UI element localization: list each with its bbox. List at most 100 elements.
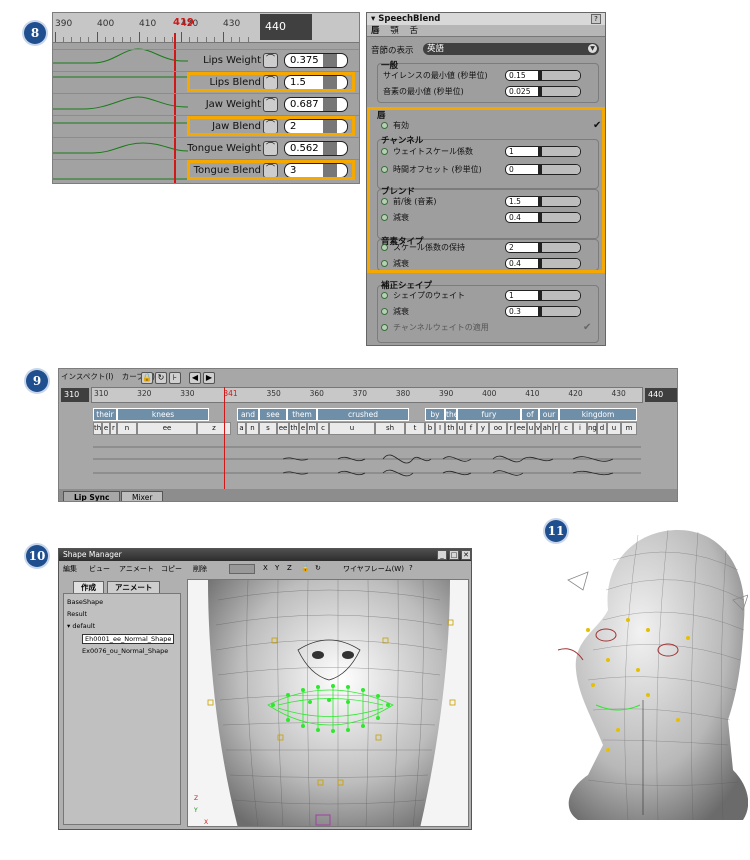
next-icon[interactable]: ▶ — [203, 372, 215, 384]
curve-row-lips-weight[interactable]: Lips Weight ⌒ 0.375 — [53, 49, 359, 71]
phoneme-cell[interactable]: t — [405, 422, 425, 435]
phoneme-cell[interactable]: th — [289, 422, 299, 435]
panel-title[interactable]: ▾ SpeechBlend — [367, 13, 605, 25]
tab-lip-sync[interactable]: Lip Sync — [63, 491, 121, 501]
menu-edit[interactable]: 編集 — [63, 564, 77, 574]
param-row[interactable]: シェイプのウェイト 1 — [381, 289, 601, 303]
keyframe-icon[interactable] — [381, 324, 388, 331]
wireframe-dropdown[interactable]: ワイヤフレーム(W) — [343, 564, 404, 574]
start-frame-field[interactable]: 310 — [61, 388, 89, 402]
apply-checkbox[interactable]: ✔ — [583, 322, 591, 333]
phoneme-cell[interactable]: oo — [489, 422, 507, 435]
phoneme-cell[interactable]: e — [102, 422, 110, 435]
phoneme-cell[interactable]: ee — [277, 422, 289, 435]
tree-item[interactable]: Ex0076_ou_Normal_Shape — [82, 647, 168, 655]
tab-lips[interactable]: 唇 — [371, 26, 380, 36]
phoneme-cell[interactable]: z — [197, 422, 231, 435]
tree-item-selected[interactable]: Eh0001_ee_Normal_Shape — [82, 634, 175, 644]
param-field[interactable]: 0.3 — [505, 306, 581, 317]
phoneme-cell[interactable]: u — [607, 422, 621, 435]
split-icon[interactable]: ⊦ — [169, 372, 181, 384]
menu-view[interactable]: ビュー — [89, 564, 110, 574]
word-label[interactable]: our — [539, 408, 559, 421]
phoneme-cell[interactable]: ee — [515, 422, 527, 435]
phoneme-cell[interactable]: c — [317, 422, 329, 435]
word-label[interactable]: them — [287, 408, 317, 421]
tree-item[interactable]: ▾ default — [67, 622, 95, 630]
param-field[interactable]: 0.025 — [505, 86, 581, 97]
phoneme-cell[interactable]: ah — [541, 422, 553, 435]
help-icon[interactable]: ? — [591, 14, 601, 24]
maximize-icon[interactable]: □ — [449, 550, 459, 560]
phoneme-cell[interactable]: c — [559, 422, 573, 435]
tab-tongue[interactable]: 舌 — [409, 26, 418, 36]
lock-icon[interactable]: 🔒 — [301, 564, 310, 572]
phoneme-cell[interactable]: u — [329, 422, 375, 435]
menu-inspect[interactable]: インスペクト(I) — [61, 372, 113, 381]
word-label[interactable]: knees — [117, 408, 209, 421]
phoneme-cell[interactable]: n — [246, 422, 259, 435]
phoneme-cell[interactable]: f — [465, 422, 477, 435]
close-icon[interactable]: ✕ — [461, 550, 471, 560]
phoneme-cell[interactable]: th — [445, 422, 457, 435]
word-label[interactable]: crushed — [317, 408, 409, 421]
keyframe-icon[interactable] — [381, 308, 388, 315]
word-label[interactable]: see — [259, 408, 287, 421]
curve-value-field[interactable]: 0.562 — [284, 141, 348, 156]
phoneme-cell[interactable]: e — [299, 422, 307, 435]
phoneme-cell[interactable]: m — [621, 422, 637, 435]
timeline-ruler[interactable]: 310 320 330 341 350 360 370 380 390 400 410 420 430 — [91, 387, 643, 403]
phoneme-cell[interactable]: ng — [587, 422, 597, 435]
word-label[interactable]: by — [425, 408, 445, 421]
prev-icon[interactable]: ◀ — [189, 372, 201, 384]
phoneme-cell[interactable]: m — [307, 422, 317, 435]
param-row[interactable]: サイレンスの最小値 (秒単位) 0.15 — [381, 69, 601, 83]
phoneme-cell[interactable]: d — [597, 422, 607, 435]
phoneme-cell[interactable]: r — [507, 422, 515, 435]
curve-key-icon[interactable]: ⌒ — [263, 97, 278, 112]
tab-create[interactable]: 作成 — [73, 581, 104, 593]
phoneme-cell[interactable]: b — [425, 422, 435, 435]
phoneme-cell[interactable]: n — [117, 422, 137, 435]
tab-jaw[interactable]: 顎 — [390, 26, 399, 36]
copy-button[interactable]: コピー — [161, 564, 182, 574]
axis-y-button[interactable]: Y — [275, 564, 279, 572]
curve-row-jaw-weight[interactable]: Jaw Weight ⌒ 0.687 — [53, 93, 359, 115]
axis-z-button[interactable]: Z — [287, 564, 292, 572]
curve-key-icon[interactable]: ⌒ — [263, 53, 278, 68]
language-dropdown[interactable]: 英語 ▼ — [423, 43, 599, 55]
phoneme-cell[interactable]: r — [110, 422, 117, 435]
word-label[interactable]: and — [237, 408, 259, 421]
word-label[interactable]: of — [521, 408, 539, 421]
phoneme-cell[interactable]: y — [477, 422, 489, 435]
3d-viewport[interactable]: ZYX — [187, 579, 469, 827]
curve-value-field[interactable]: 0.687 — [284, 97, 348, 112]
word-label[interactable]: kingdom — [559, 408, 637, 421]
phoneme-cell[interactable]: u — [457, 422, 465, 435]
tab-animate[interactable]: アニメート — [107, 581, 161, 593]
phoneme-cell[interactable]: s — [259, 422, 277, 435]
word-label[interactable]: fury — [457, 408, 521, 421]
phoneme-cell[interactable]: I — [435, 422, 445, 435]
param-row[interactable]: 減衰 0.3 — [381, 305, 601, 319]
phoneme-cell[interactable]: sh — [375, 422, 405, 435]
curve-key-icon[interactable]: ⌒ — [263, 141, 278, 156]
curve-value-field[interactable]: 0.375 — [284, 53, 348, 68]
slider-widget[interactable] — [229, 564, 255, 574]
tab-mixer[interactable]: Mixer — [121, 491, 164, 501]
param-field[interactable]: 1 — [505, 290, 581, 301]
tree-item[interactable]: Result — [67, 610, 87, 618]
lock-icon[interactable]: 🔒 — [141, 372, 153, 384]
word-label[interactable]: the — [445, 408, 458, 421]
curve-row-tongue-weight[interactable]: Tongue Weight ⌒ 0.562 — [53, 137, 359, 159]
axis-x-button[interactable]: X — [263, 564, 268, 572]
tree-item[interactable]: BaseShape — [67, 598, 103, 606]
phoneme-cell[interactable]: th — [93, 422, 102, 435]
phoneme-cell[interactable]: a — [237, 422, 246, 435]
keyframe-icon[interactable] — [381, 292, 388, 299]
word-label[interactable]: their — [93, 408, 117, 421]
minimize-icon[interactable]: _ — [437, 550, 447, 560]
menu-animate[interactable]: アニメート — [119, 564, 154, 574]
phoneme-cell[interactable]: i — [573, 422, 587, 435]
delete-button[interactable]: 削除 — [193, 564, 207, 574]
